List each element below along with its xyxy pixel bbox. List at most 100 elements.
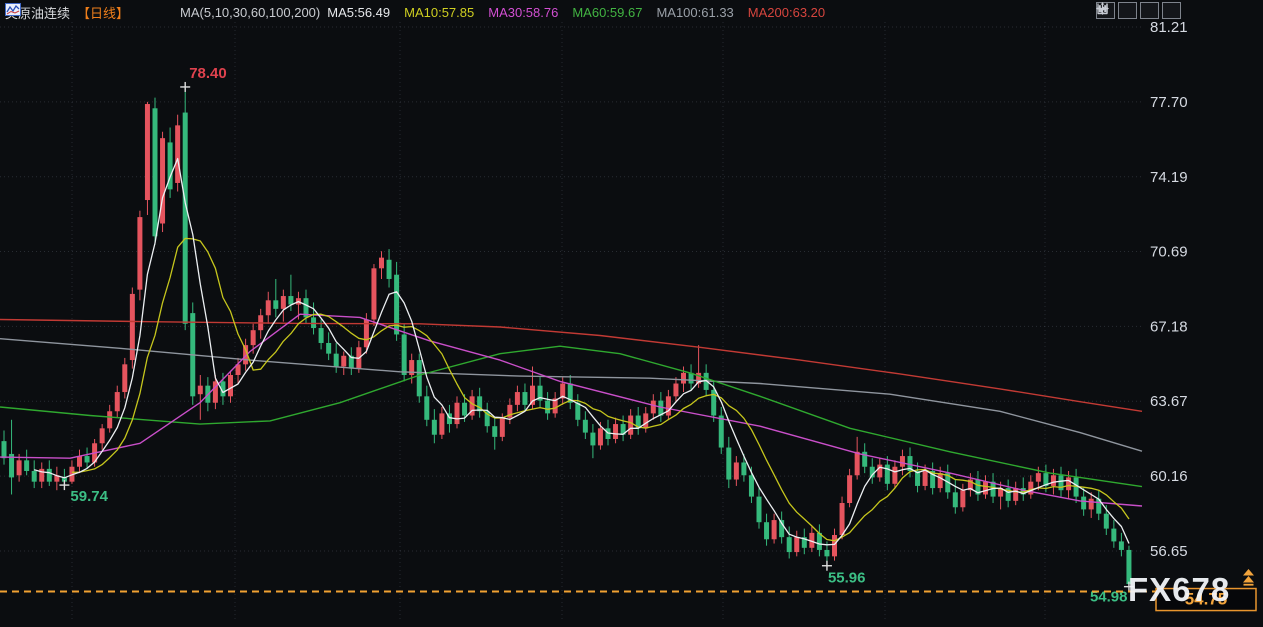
- candle: [432, 420, 437, 435]
- candle: [334, 354, 339, 367]
- candle: [794, 537, 799, 552]
- candle: [734, 462, 739, 479]
- candle: [24, 460, 29, 471]
- candle: [953, 492, 958, 507]
- candle: [598, 428, 603, 445]
- candle: [741, 462, 746, 475]
- candle: [824, 550, 829, 556]
- candle: [515, 392, 520, 405]
- price-annotation-78.40: 78.40: [189, 65, 227, 82]
- step-forward-icon[interactable]: [1162, 2, 1181, 19]
- candle: [1119, 541, 1124, 550]
- price-chart[interactable]: 78.4059.7455.9654.9854.7581.2177.7074.19…: [0, 0, 1263, 627]
- candle: [32, 471, 37, 482]
- candle: [877, 465, 882, 478]
- ma-values: MA5:56.49MA10:57.85MA30:58.76MA60:59.67M…: [327, 5, 825, 20]
- y-axis-tick: 70.69: [1150, 243, 1188, 260]
- candle: [681, 373, 686, 384]
- candle: [311, 317, 316, 328]
- ma-value-2: MA30:58.76: [488, 5, 558, 20]
- candle: [100, 428, 105, 443]
- candle: [960, 490, 965, 507]
- candle: [288, 296, 293, 305]
- candle: [85, 456, 90, 462]
- candle: [281, 296, 286, 309]
- y-axis-tick: 60.16: [1150, 468, 1188, 485]
- candle: [183, 113, 188, 324]
- y-axis-tick: 77.70: [1150, 94, 1188, 111]
- candle: [107, 411, 112, 428]
- candle: [137, 217, 142, 290]
- chart-header: 美原油连续【日线】 MA(5,10,30,60,100,200) MA5:56.…: [5, 3, 825, 22]
- candle: [583, 420, 588, 433]
- candle: [1104, 514, 1109, 529]
- candle: [417, 360, 422, 396]
- candle: [175, 125, 180, 183]
- candle: [341, 356, 346, 367]
- trading-chart-app: 78.4059.7455.9654.9854.7581.2177.7074.19…: [0, 0, 1263, 627]
- candle: [1013, 488, 1018, 501]
- candle: [643, 413, 648, 428]
- ma-formula: MA(5,10,30,60,100,200): [180, 5, 320, 20]
- ma-value-1: MA10:57.85: [404, 5, 474, 20]
- candle: [198, 386, 203, 395]
- ma-value-5: MA200:63.20: [748, 5, 825, 20]
- candle: [719, 416, 724, 448]
- candle: [855, 452, 860, 475]
- candle: [522, 392, 527, 405]
- candle: [787, 537, 792, 552]
- price-annotation-59.74: 59.74: [70, 488, 108, 505]
- header-toolbar: [1096, 2, 1181, 19]
- candle: [923, 471, 928, 486]
- candle: [545, 401, 550, 414]
- candle: [492, 426, 497, 437]
- candle: [319, 328, 324, 343]
- candle: [900, 456, 905, 467]
- candle: [387, 260, 392, 279]
- ma-value-0: MA5:56.49: [327, 5, 390, 20]
- candle: [749, 475, 754, 496]
- candle: [77, 456, 82, 467]
- candle: [666, 396, 671, 415]
- candle: [153, 108, 158, 236]
- candle: [17, 460, 22, 475]
- candle: [757, 497, 762, 523]
- candle: [726, 448, 731, 480]
- candle: [590, 433, 595, 446]
- candle: [938, 473, 943, 488]
- y-axis-tick: 63.67: [1150, 393, 1188, 410]
- candle: [575, 403, 580, 420]
- candle: [47, 469, 52, 482]
- y-axis-tick: 56.65: [1150, 543, 1188, 560]
- candle: [840, 503, 845, 535]
- candle: [772, 520, 777, 539]
- candle: [251, 330, 256, 345]
- timeframe-label[interactable]: 【日线】: [77, 3, 129, 22]
- candle: [847, 475, 852, 503]
- chart-background: [0, 0, 1263, 627]
- candle: [983, 482, 988, 495]
- candle: [1089, 499, 1094, 510]
- candle: [273, 300, 278, 309]
- candle: [1036, 473, 1041, 482]
- candle: [326, 343, 331, 354]
- candle: [439, 413, 444, 434]
- candle: [402, 334, 407, 375]
- candle: [379, 258, 384, 269]
- ma-value-4: MA100:61.33: [656, 5, 733, 20]
- compress-left-chart-icon[interactable]: [1118, 2, 1137, 19]
- candle: [228, 375, 233, 396]
- overlay-add-icon[interactable]: [136, 6, 150, 20]
- candle: [1066, 477, 1071, 490]
- chart-type-icon[interactable]: [157, 6, 173, 19]
- candle: [455, 403, 460, 424]
- candle: [266, 300, 271, 315]
- candle: [1111, 529, 1116, 542]
- last-price-label: 54.75: [1185, 590, 1228, 609]
- candle: [892, 467, 897, 484]
- candle: [500, 418, 505, 437]
- candle: [1051, 475, 1056, 486]
- compress-right-chart-icon[interactable]: [1140, 2, 1159, 19]
- y-axis-tick: 74.19: [1150, 169, 1188, 186]
- candle: [371, 268, 376, 319]
